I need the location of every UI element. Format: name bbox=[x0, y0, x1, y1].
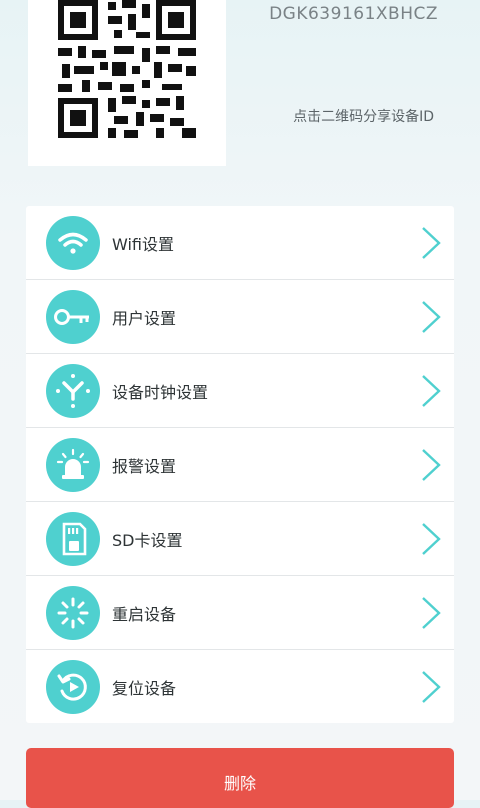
sd-card-icon bbox=[46, 511, 100, 566]
menu-item-reset-device[interactable]: 复位设备 bbox=[26, 650, 454, 723]
qr-code[interactable] bbox=[58, 0, 196, 138]
device-id: DGK639161XBHCZ bbox=[269, 4, 438, 24]
wifi-icon bbox=[46, 215, 100, 270]
menu-item-alarm-settings[interactable]: 报警设置 bbox=[26, 428, 454, 502]
share-hint: 点击二维码分享设备ID bbox=[293, 109, 434, 125]
chevron-right-icon bbox=[422, 523, 441, 555]
chevron-right-icon bbox=[422, 375, 441, 407]
menu-item-label: 用户设置 bbox=[112, 308, 177, 328]
alarm-icon bbox=[46, 437, 100, 492]
menu-item-sd-card-settings[interactable]: SD卡设置 bbox=[26, 502, 454, 576]
qr-code-card[interactable] bbox=[28, 0, 226, 166]
restart-icon bbox=[46, 585, 100, 640]
delete-device-button[interactable]: 删除 bbox=[26, 748, 454, 808]
menu-item-label: SD卡设置 bbox=[112, 530, 183, 550]
chevron-right-icon bbox=[422, 671, 441, 703]
clock-icon bbox=[46, 363, 100, 418]
menu-item-label: 设备时钟设置 bbox=[112, 382, 209, 402]
menu-item-label: 报警设置 bbox=[112, 456, 177, 476]
chevron-right-icon bbox=[422, 597, 441, 629]
key-icon bbox=[46, 289, 100, 344]
reset-icon bbox=[46, 659, 100, 714]
menu-item-wifi-settings[interactable]: Wifi设置 bbox=[26, 206, 454, 280]
chevron-right-icon bbox=[422, 301, 441, 333]
chevron-right-icon bbox=[422, 449, 441, 481]
menu-item-label: Wifi设置 bbox=[112, 234, 174, 254]
menu-item-label: 复位设备 bbox=[112, 678, 177, 698]
chevron-right-icon bbox=[422, 227, 441, 259]
menu-item-user-settings[interactable]: 用户设置 bbox=[26, 280, 454, 354]
menu-item-clock-settings[interactable]: 设备时钟设置 bbox=[26, 354, 454, 428]
menu-item-label: 重启设备 bbox=[112, 604, 177, 624]
settings-menu: Wifi设置 用户设置 设备时钟设置 报警设置 SD卡设置 重启设备 复位设备 bbox=[26, 206, 454, 723]
menu-item-restart-device[interactable]: 重启设备 bbox=[26, 576, 454, 650]
